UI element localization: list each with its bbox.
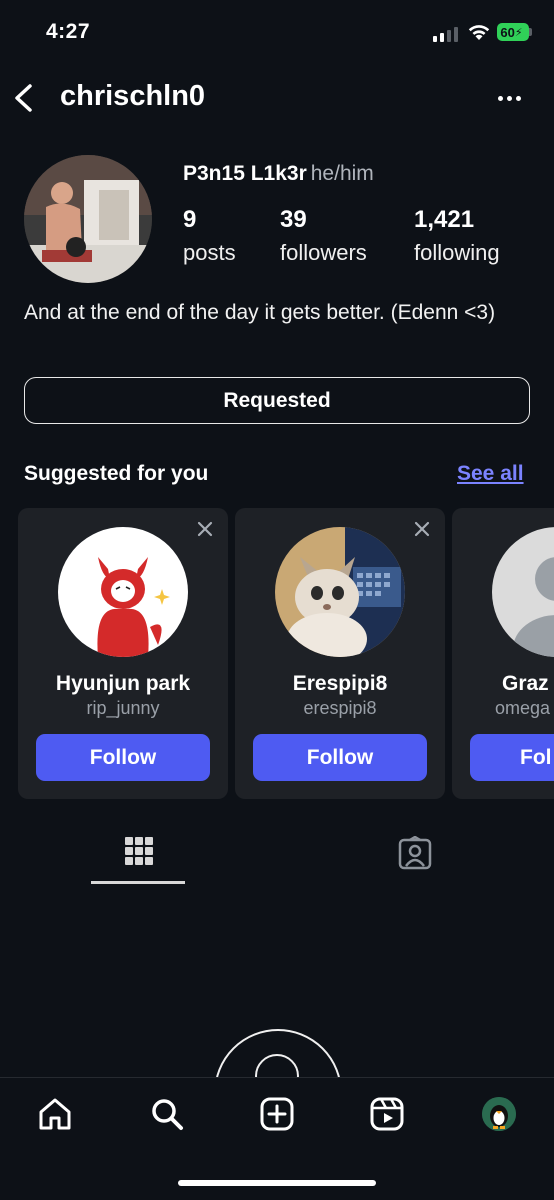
battery-indicator: 60 ⚡ xyxy=(497,23,529,41)
search-icon[interactable] xyxy=(149,1096,185,1132)
profile-bio: And at the end of the day it gets better… xyxy=(24,301,496,324)
see-all-link[interactable]: See all xyxy=(457,462,524,486)
default-avatar-icon xyxy=(492,527,554,657)
followers-stat[interactable]: 39 followers xyxy=(280,206,367,266)
cat-photo-avatar xyxy=(275,527,405,657)
follow-button[interactable]: Follow xyxy=(253,734,427,781)
wifi-icon xyxy=(468,25,490,40)
suggestion-card[interactable]: Hyunjun park rip_junny Follow xyxy=(18,508,228,799)
follow-button[interactable]: Fol xyxy=(470,734,554,781)
create-post-icon[interactable] xyxy=(259,1096,295,1132)
suggestion-avatar[interactable] xyxy=(492,527,554,657)
home-indicator xyxy=(178,1180,376,1186)
close-icon[interactable] xyxy=(413,520,431,538)
back-icon[interactable] xyxy=(10,78,40,118)
followers-label: followers xyxy=(280,240,367,265)
display-name: P3n15 L1k3r he/him xyxy=(183,162,374,186)
close-icon[interactable] xyxy=(196,520,214,538)
posts-label: posts xyxy=(183,240,236,265)
suggestion-card[interactable]: Graz omega Fol xyxy=(452,508,554,799)
display-name-text: P3n15 L1k3r xyxy=(183,162,307,185)
suggestion-handle: omega xyxy=(495,698,551,718)
battery-tip xyxy=(529,28,532,36)
more-options-icon[interactable] xyxy=(498,88,528,108)
profile-photo xyxy=(24,155,152,283)
suggestion-handle: rip_junny xyxy=(86,698,160,718)
suggestion-handle: erespipi8 xyxy=(303,698,377,718)
charging-bolt-icon: ⚡ xyxy=(514,26,523,39)
status-time: 4:27 xyxy=(46,20,91,43)
profile-avatar[interactable] xyxy=(24,155,152,283)
suggestion-avatar[interactable] xyxy=(275,527,405,657)
penguin-avatar-icon xyxy=(482,1097,516,1131)
grid-icon[interactable] xyxy=(124,836,154,866)
suggestion-avatar[interactable] xyxy=(58,527,188,657)
requested-button[interactable]: Requested xyxy=(24,377,530,424)
follow-button[interactable]: Follow xyxy=(36,734,210,781)
battery-level: 60 xyxy=(500,24,515,40)
suggestion-name: Erespipi8 xyxy=(292,672,388,695)
profile-tab-avatar[interactable] xyxy=(482,1097,516,1131)
posts-stat[interactable]: 9 posts xyxy=(183,206,236,266)
following-stat[interactable]: 1,421 following xyxy=(414,206,500,266)
following-label: following xyxy=(414,240,500,265)
home-icon[interactable] xyxy=(37,1096,73,1132)
profile-username: chrischln0 xyxy=(60,80,206,112)
posts-count: 9 xyxy=(183,206,197,233)
suggested-title: Suggested for you xyxy=(24,462,209,485)
red-devil-avatar xyxy=(58,527,188,657)
pronouns: he/him xyxy=(310,162,374,185)
tagged-person-icon[interactable] xyxy=(398,836,432,870)
suggestion-name: Hyunjun park xyxy=(55,672,191,695)
reels-icon[interactable] xyxy=(369,1096,405,1132)
suggestion-name: Graz xyxy=(502,672,549,695)
cellular-signal-icon xyxy=(433,24,458,42)
active-tab-indicator xyxy=(91,881,185,884)
followers-count: 39 xyxy=(280,206,307,233)
suggestion-card[interactable]: Erespipi8 erespipi8 Follow xyxy=(235,508,445,799)
following-count: 1,421 xyxy=(414,206,475,233)
